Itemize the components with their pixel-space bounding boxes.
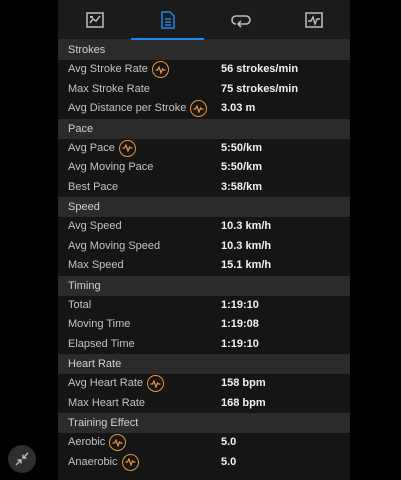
- stat-label: Anaerobic: [68, 455, 118, 468]
- stat-label: Max Speed: [68, 259, 124, 271]
- stat-row: Avg Stroke Rate 56 strokes/min: [58, 60, 350, 80]
- chart-badge-icon[interactable]: [118, 139, 136, 157]
- stat-row: Anaerobic 5.0: [58, 453, 350, 473]
- stat-label-wrap: Avg Moving Pace: [68, 158, 153, 178]
- stat-value: 56 strokes/min: [221, 63, 299, 75]
- stat-row: Max Speed 15.1 km/h: [58, 256, 350, 276]
- tab-stats[interactable]: [131, 0, 204, 40]
- stat-value: 3:58/km: [221, 180, 262, 193]
- summary-chart-icon: [85, 12, 104, 28]
- stat-label-wrap: Best Pace: [68, 178, 118, 198]
- stat-row: Elapsed Time 1:19:10: [58, 335, 350, 355]
- stats-list-icon: [160, 11, 175, 29]
- stat-label: Avg Speed: [68, 220, 122, 232]
- stat-row: Avg Heart Rate 158 bpm: [58, 374, 350, 394]
- stat-label: Elapsed Time: [68, 337, 135, 350]
- stat-value: 158 bpm: [221, 377, 266, 389]
- stat-label-wrap: Avg Stroke Rate: [68, 60, 169, 80]
- section-header: Strokes: [58, 40, 350, 60]
- stat-label: Best Pace: [68, 180, 119, 193]
- stat-row: Avg Distance per Stroke 3.03 m: [58, 99, 350, 119]
- tab-summary[interactable]: [58, 0, 131, 40]
- stat-row: Total 1:19:10: [58, 296, 350, 316]
- chart-badge-icon[interactable]: [151, 61, 169, 79]
- stat-label: Max Stroke Rate: [68, 82, 150, 95]
- stat-value: 5:50/km: [221, 161, 262, 173]
- stat-label-wrap: Avg Distance per Stroke: [68, 99, 208, 119]
- stat-label-wrap: Max Speed: [68, 256, 124, 276]
- stat-label-wrap: Avg Moving Speed: [68, 237, 160, 257]
- stat-label-wrap: Max Stroke Rate: [68, 80, 150, 100]
- stat-label: Avg Distance per Stroke: [68, 102, 187, 114]
- stat-value: 5.0: [221, 436, 237, 448]
- section-header: Pace: [58, 118, 350, 139]
- chart-badge-icon[interactable]: [147, 375, 165, 393]
- graph-icon: [304, 12, 323, 28]
- stat-value: 75 strokes/min: [221, 82, 299, 95]
- stat-value: 168 bpm: [221, 396, 266, 409]
- chart-badge-icon[interactable]: [121, 453, 139, 471]
- collapse-button[interactable]: [8, 445, 36, 473]
- stat-label: Avg Heart Rate: [68, 377, 144, 389]
- stat-label: Avg Pace: [68, 141, 115, 154]
- stat-label-wrap: Elapsed Time: [68, 335, 135, 355]
- stat-value: 1:19:10: [221, 298, 259, 311]
- stat-label-wrap: Moving Time: [68, 315, 130, 335]
- laps-icon: [230, 15, 251, 28]
- stat-value: 1:19:10: [221, 337, 259, 350]
- tab-graphs[interactable]: [277, 0, 350, 40]
- stat-value: 3.03 m: [221, 102, 256, 114]
- stat-row: Avg Moving Pace 5:50/km: [58, 158, 350, 178]
- stat-label-wrap: Avg Heart Rate: [68, 374, 165, 394]
- stat-row: Avg Speed 10.3 km/h: [58, 217, 350, 237]
- stat-row: Avg Moving Speed 10.3 km/h: [58, 237, 350, 257]
- stat-label: Avg Moving Speed: [68, 239, 161, 252]
- stat-label-wrap: Avg Pace: [68, 139, 136, 159]
- stat-row: Aerobic 5.0: [58, 433, 350, 453]
- stat-value: 5:50/km: [221, 141, 262, 154]
- tab-bar: [58, 0, 350, 40]
- stat-label-wrap: Total: [68, 296, 91, 316]
- stat-label: Max Heart Rate: [68, 396, 146, 409]
- stat-label-wrap: Max Heart Rate: [68, 394, 145, 414]
- stat-value: 15.1 km/h: [221, 259, 272, 271]
- stat-value: 10.3 km/h: [221, 239, 272, 252]
- stat-label: Aerobic: [68, 436, 106, 448]
- stats-list: Strokes Avg Stroke Rate 56 strokes/min Max …: [58, 40, 350, 472]
- section-header: Training Effect: [58, 413, 350, 433]
- stat-value: 5.0: [221, 455, 237, 468]
- stat-value: 1:19:08: [221, 318, 259, 330]
- stat-row: Max Stroke Rate 75 strokes/min: [58, 80, 350, 100]
- tab-laps[interactable]: [204, 0, 277, 40]
- stat-row: Max Heart Rate 168 bpm: [58, 394, 350, 414]
- stat-row: Best Pace 3:58/km: [58, 178, 350, 198]
- stat-row: Avg Pace 5:50/km: [58, 139, 350, 159]
- stat-label-wrap: Anaerobic: [68, 453, 139, 473]
- stat-label: Total: [68, 298, 92, 311]
- section-header: Speed: [58, 197, 350, 217]
- stat-label: Avg Stroke Rate: [68, 63, 148, 75]
- collapse-arrows-icon: [15, 452, 29, 466]
- stat-label: Avg Moving Pace: [68, 161, 154, 173]
- stat-row: Moving Time 1:19:08: [58, 315, 350, 335]
- chart-badge-icon[interactable]: [109, 434, 127, 452]
- section-header: Heart Rate: [58, 354, 350, 374]
- section-header: Timing: [58, 275, 350, 296]
- stat-label: Moving Time: [68, 318, 131, 330]
- stat-label-wrap: Aerobic: [68, 433, 127, 453]
- stat-value: 10.3 km/h: [221, 220, 272, 232]
- activity-stats-panel: Strokes Avg Stroke Rate 56 strokes/min Max …: [58, 0, 350, 480]
- stat-label-wrap: Avg Speed: [68, 217, 122, 237]
- chart-badge-icon[interactable]: [190, 100, 208, 118]
